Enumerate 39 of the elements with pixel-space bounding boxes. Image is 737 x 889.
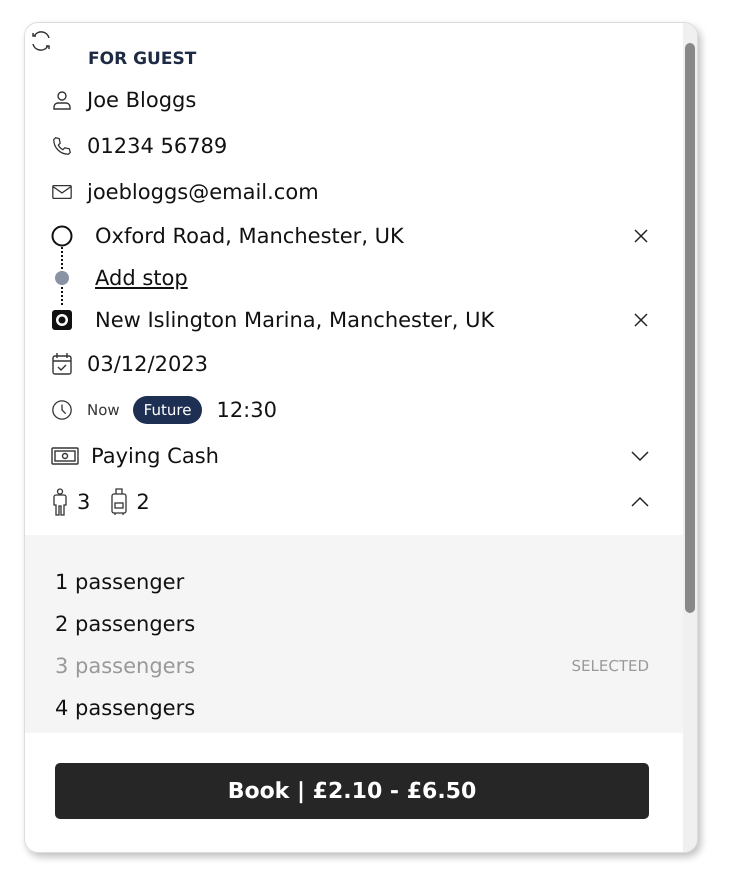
passenger-option[interactable]: 4 passengers — [55, 687, 649, 729]
guest-phone: 01234 56789 — [87, 134, 228, 158]
selected-label: SELECTED — [572, 657, 649, 675]
suitcase-icon — [110, 488, 128, 516]
close-icon[interactable] — [633, 312, 649, 328]
time-mode-toggle[interactable]: Now — [87, 396, 131, 424]
guest-name: Joe Bloggs — [87, 88, 196, 112]
clock-icon — [51, 398, 73, 422]
close-icon[interactable] — [633, 228, 649, 244]
luggage-count: 2 — [136, 490, 150, 514]
calendar-icon — [51, 352, 73, 376]
scrollbar[interactable] — [683, 23, 697, 852]
add-stop-link[interactable]: Add stop — [95, 266, 188, 290]
time-mode-toggle[interactable]: Future — [132, 396, 202, 424]
stop-marker-icon — [55, 271, 69, 285]
address-text: Oxford Road, Manchester, UK — [95, 224, 405, 248]
banknote-icon — [51, 446, 79, 466]
option-label: 2 passengers — [55, 612, 196, 636]
mail-icon — [51, 183, 73, 201]
option-label: 1 passenger — [55, 570, 184, 594]
passenger-option[interactable]: 2 passengers — [55, 603, 649, 645]
passenger-option[interactable]: 1 passenger — [55, 561, 649, 603]
option-label: 4 passengers — [55, 696, 196, 720]
payment-method: Paying Cash — [91, 444, 219, 468]
date-text: 03/12/2023 — [87, 352, 208, 376]
person-icon — [51, 488, 69, 516]
book-button[interactable]: Book | £2.10 - £6.50 — [55, 763, 649, 819]
guest-email: joebloggs@email.com — [87, 180, 319, 204]
chevron-icon[interactable] — [631, 450, 649, 462]
time-text: 12:30 — [216, 398, 277, 422]
phone-icon — [51, 134, 73, 158]
section-heading: FOR GUEST — [88, 49, 198, 69]
destination-marker-icon — [51, 309, 73, 331]
address-text: New Islington Marina, Manchester, UK — [95, 308, 496, 332]
option-label: 3 passengers — [55, 654, 196, 678]
scrollbar-thumb[interactable] — [685, 43, 695, 613]
chevron-icon[interactable] — [631, 496, 649, 508]
person-icon — [51, 89, 73, 111]
passenger-count: 3 — [77, 490, 90, 514]
